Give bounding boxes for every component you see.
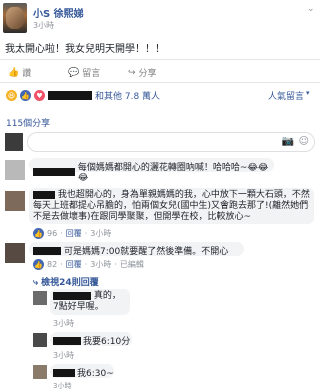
comment-label: 留言: [82, 69, 101, 79]
separator: ·: [60, 260, 63, 269]
comment-meta: 👍 82 · 回覆 · 3小時 · 已編輯: [33, 259, 144, 270]
reply-time[interactable]: 3小時: [53, 350, 74, 361]
reply-text: 真的，: [93, 291, 121, 301]
my-avatar: [5, 133, 23, 151]
thumbs-up-icon: 👍: [8, 67, 20, 78]
speech-bubble-icon: 💬: [68, 67, 80, 78]
comment-input[interactable]: 📷 ☺: [27, 132, 315, 152]
comment-item: 可是媽媽7:00就要醒了然後準備。不開心: [33, 244, 228, 257]
redacted-commenter-name: [33, 167, 75, 176]
author-name[interactable]: 小S 徐熙娣: [33, 5, 84, 20]
sort-dropdown[interactable]: 人氣留言 ▾: [268, 89, 310, 102]
share-label: 分享: [138, 69, 157, 79]
redacted-names: [48, 91, 92, 100]
chevron-down-icon[interactable]: ⌄: [307, 4, 315, 14]
separator: ·: [114, 260, 117, 269]
sort-label: 人氣留言: [268, 92, 305, 102]
reply-time[interactable]: 3小時: [53, 381, 71, 390]
reply-text: 我要6:10分: [83, 337, 131, 347]
redacted-commenter-name: [53, 336, 81, 345]
comment-text: 每個媽媽都開心的灑花轉圈吶喊！哈哈哈~😂😂😂: [77, 163, 269, 183]
comment-button[interactable]: 💬 留言: [68, 66, 101, 80]
camera-icon[interactable]: 📷: [282, 136, 294, 147]
comment-meta: 👍 96 · 回覆 · 3小時: [33, 228, 111, 239]
separator: ·: [60, 229, 63, 238]
redacted-commenter-name: [33, 246, 61, 255]
like-label: 讚: [22, 69, 32, 79]
redacted-commenter-name: [53, 291, 91, 300]
commenter-avatar[interactable]: [5, 243, 25, 263]
comment-time[interactable]: 3小時: [90, 228, 111, 239]
reply-text-line2: 7點好早喔。: [53, 302, 104, 312]
comment-text: 可是媽媽7:00就要醒了然後準備。不開心: [64, 247, 229, 257]
reply-link[interactable]: 回覆: [66, 228, 82, 239]
share-arrow-icon: ↪: [128, 67, 136, 78]
comment-item: 我也超開心的，身為單親媽媽的我，心中放下一顆大石頭，不然每天上班都提心吊膽的，怕…: [33, 190, 313, 223]
comment-text: 我也超開心的，身為單親媽媽的我，心中放下一顆大石頭，不然每天上班都提心吊膽的，怕…: [33, 190, 310, 222]
reply-avatar[interactable]: [33, 333, 47, 347]
edited-label[interactable]: 已編輯: [120, 259, 144, 270]
reply-item: 我6:30~: [53, 366, 114, 379]
haha-reaction-icon: 😆: [6, 90, 17, 101]
separator: ·: [84, 229, 88, 238]
reactions-summary[interactable]: 和其他 7.8 萬人: [95, 89, 160, 102]
commenter-avatar[interactable]: [5, 191, 25, 211]
like-reaction-icon: 👍: [33, 228, 44, 239]
reply-text: 我6:30~: [77, 369, 114, 379]
reply-avatar[interactable]: [33, 291, 47, 305]
reactions-row[interactable]: 😆 👍 ♥ 和其他 7.8 萬人: [6, 89, 160, 102]
shares-link[interactable]: 115個分享: [6, 116, 50, 129]
reply-item: 真的， 7點好早喔。: [53, 291, 121, 313]
redacted-commenter-name: [33, 190, 55, 199]
reply-time[interactable]: 3小時: [53, 318, 74, 329]
share-button[interactable]: ↪ 分享: [128, 66, 157, 80]
reply-link[interactable]: 回覆: [66, 259, 82, 270]
post-text: 我太開心啦！我女兒明天開學！！！: [5, 44, 165, 55]
like-reaction-icon: 👍: [33, 259, 44, 270]
post-time[interactable]: 3小時: [33, 20, 54, 31]
love-reaction-icon: ♥: [34, 90, 45, 101]
reply-avatar[interactable]: [33, 365, 47, 379]
like-button[interactable]: 👍 讚: [8, 66, 32, 80]
comment-like-count: 96: [47, 229, 58, 238]
separator: ·: [84, 260, 88, 269]
comment-item: 每個媽媽都開心的灑花轉圈吶喊！哈哈哈~😂😂😂: [33, 160, 278, 183]
commenter-avatar[interactable]: [5, 160, 25, 180]
caret-down-icon: ▾: [306, 89, 310, 97]
comment-like-count: 82: [47, 260, 58, 269]
view-replies-link[interactable]: ⤷ 檢視24則回覆: [33, 275, 99, 288]
redacted-commenter-name: [53, 368, 75, 377]
sticker-icon[interactable]: ☺: [299, 136, 309, 147]
reply-item: 我要6:10分: [53, 334, 130, 347]
author-avatar[interactable]: [3, 3, 27, 33]
like-reaction-icon: 👍: [20, 90, 31, 101]
comment-time[interactable]: 3小時: [90, 259, 111, 270]
